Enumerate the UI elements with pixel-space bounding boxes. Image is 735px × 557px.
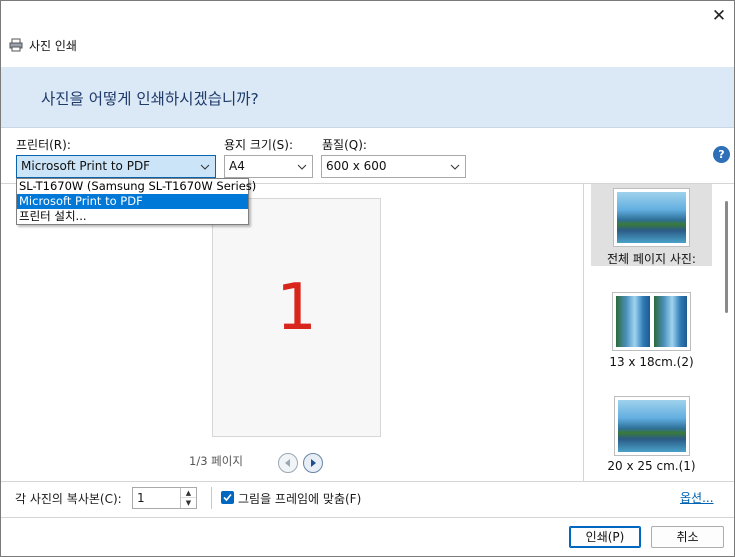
printer-option-install[interactable]: 프린터 설치... [17, 209, 248, 224]
cancel-button[interactable]: 취소 [651, 526, 724, 548]
layout-20x25[interactable]: 20 x 25 cm.(1) [591, 394, 712, 476]
dialog-question: 사진을 어떻게 인쇄하시겠습니까? [41, 90, 259, 108]
landscape-photo-image [617, 192, 686, 243]
paper-size-select[interactable]: A4 [224, 155, 313, 178]
layout-thumbnail [613, 188, 690, 247]
check-icon [223, 493, 232, 502]
quality-label: 품질(Q): [322, 138, 367, 152]
printer-icon [9, 38, 23, 52]
printer-option[interactable]: SL-T1670W (Samsung SL-T1670W Series) [17, 179, 256, 194]
layout-caption: 13 x 18cm.(2) [609, 355, 694, 369]
sidebar-separator [583, 184, 584, 481]
printer-label: 프린터(R): [16, 138, 71, 152]
chevron-down-icon [450, 164, 460, 170]
page-preview: 1 [212, 198, 381, 437]
portrait-photo-image [616, 296, 650, 347]
copies-stepper[interactable]: 1 ▲ ▼ [132, 487, 197, 509]
layout-caption: 전체 페이지 사진: [607, 252, 696, 266]
copies-value: 1 [137, 491, 145, 505]
printer-dropdown-list: SL-T1670W (Samsung SL-T1670W Series) Mic… [16, 178, 256, 225]
printer-select-value: Microsoft Print to PDF [21, 159, 151, 173]
layout-thumbnail [614, 396, 690, 456]
quality-select[interactable]: 600 x 600 [321, 155, 466, 178]
chevron-down-icon [200, 164, 210, 170]
fit-to-frame-checkbox[interactable] [221, 491, 234, 504]
options-link[interactable]: 옵션... [680, 489, 714, 506]
layout-13x18[interactable]: 13 x 18cm.(2) [591, 290, 712, 372]
arrow-right-icon [311, 459, 316, 467]
header-band: 사진을 어떻게 인쇄하시겠습니까? [1, 67, 734, 128]
previous-page-button[interactable] [278, 453, 298, 473]
pager-text: 1/3 페이지 [189, 454, 243, 468]
stepper-buttons: ▲ ▼ [180, 488, 196, 508]
layout-full-page[interactable]: 전체 페이지 사진: [591, 184, 712, 266]
bottom-divider [1, 481, 734, 482]
scrollbar-thumb[interactable] [725, 201, 728, 313]
paper-size-label: 용지 크기(S): [224, 138, 293, 152]
print-pictures-dialog: ✕ 사진 인쇄 사진을 어떻게 인쇄하시겠습니까? 프린터(R): 용지 크기(… [0, 0, 735, 557]
increment-button[interactable]: ▲ [181, 488, 196, 498]
printer-option-selected[interactable]: Microsoft Print to PDF [17, 194, 248, 209]
copies-label: 각 사진의 복사본(C): [15, 492, 122, 506]
paper-size-value: A4 [229, 159, 245, 173]
chevron-down-icon [297, 164, 307, 170]
arrow-left-icon [285, 459, 290, 467]
landscape-photo-image [618, 400, 686, 452]
window-title: 사진 인쇄 [29, 39, 77, 53]
close-icon[interactable]: ✕ [707, 5, 731, 27]
fit-to-frame-label[interactable]: 그림을 프레임에 맞춤(F) [238, 490, 361, 507]
printer-select[interactable]: Microsoft Print to PDF [16, 155, 216, 178]
layout-thumbnail [612, 292, 691, 351]
next-page-button[interactable] [303, 453, 323, 473]
preview-page-number: 1 [276, 271, 317, 345]
portrait-photo-image [653, 296, 687, 347]
help-icon[interactable]: ? [713, 146, 730, 163]
print-button[interactable]: 인쇄(P) [569, 526, 641, 548]
decrement-button[interactable]: ▼ [181, 498, 196, 508]
bottom-vertical-separator [211, 487, 212, 509]
layout-caption: 20 x 25 cm.(1) [607, 459, 696, 473]
two-photo-grid [616, 296, 687, 347]
quality-value: 600 x 600 [326, 159, 387, 173]
title-bar: ✕ 사진 인쇄 [1, 1, 734, 67]
